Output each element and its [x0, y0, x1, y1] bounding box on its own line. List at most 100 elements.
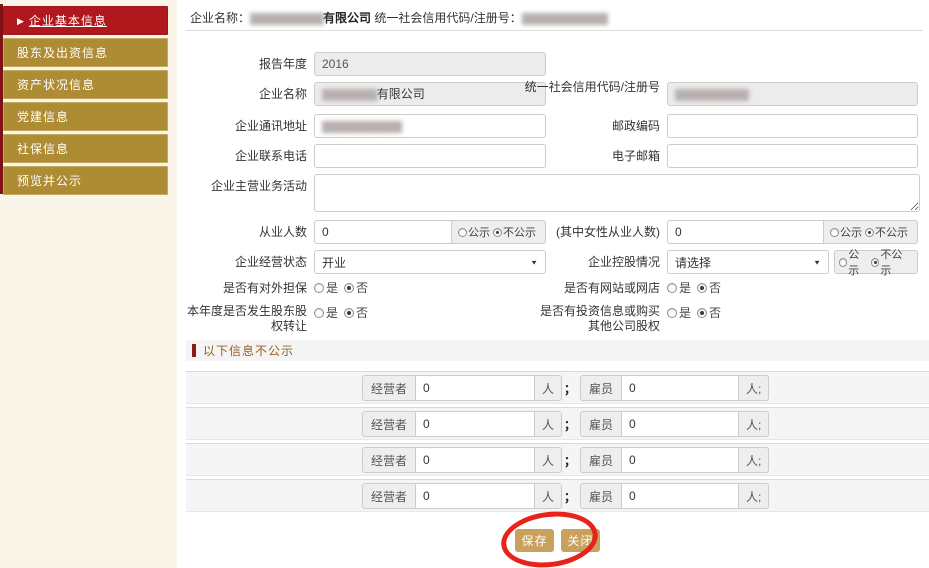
- main-business-textarea[interactable]: [314, 174, 920, 212]
- group-separator: ；: [564, 380, 576, 397]
- no-publish-radio-label[interactable]: 不公示: [875, 224, 908, 240]
- company-name-label: 企业名称：: [190, 11, 250, 25]
- not-public-section-header: 以下信息不公示: [186, 340, 929, 361]
- redacted-company-name: ████████████: [250, 14, 323, 25]
- postal-code-input[interactable]: [667, 114, 918, 138]
- female-employees-group: 公示不公示: [667, 220, 918, 244]
- phone-label: 企业联系电话: [180, 144, 307, 168]
- main-business-label: 企业主营业务活动: [180, 174, 307, 198]
- operator-addon: 经营者: [362, 447, 415, 473]
- employee-count-input[interactable]: [621, 483, 739, 509]
- employee-count-input[interactable]: [621, 447, 739, 473]
- yes-radio-label[interactable]: 是: [326, 306, 338, 320]
- female-publish-options: 公示不公示: [824, 220, 918, 244]
- unit-addon: 人;: [739, 375, 769, 401]
- report-year-input: [314, 52, 546, 76]
- section-title: 以下信息不公示: [203, 342, 294, 359]
- business-status-label: 企业经营状态: [180, 250, 307, 274]
- employee-group: 雇员 人;: [580, 375, 769, 401]
- no-radio-label[interactable]: 否: [709, 281, 721, 295]
- equity-transfer-options: 是否: [314, 304, 374, 322]
- female-employees-input[interactable]: [667, 220, 824, 244]
- employee-addon: 雇员: [580, 411, 621, 437]
- yes-radio[interactable]: [314, 283, 324, 293]
- operator-count-input[interactable]: [415, 483, 535, 509]
- publish-radio[interactable]: [830, 228, 839, 237]
- no-publish-radio-label[interactable]: 不公示: [880, 246, 910, 278]
- website-label: 是否有网站或网店: [520, 279, 660, 297]
- operator-count-input[interactable]: [415, 447, 535, 473]
- no-radio[interactable]: [697, 308, 707, 318]
- publish-radio-label[interactable]: 公示: [468, 224, 490, 240]
- holding-select[interactable]: 请选择 ▼: [667, 250, 829, 274]
- table-row: 其中退役士兵人数 经营者人 ； 雇员人;: [186, 407, 929, 440]
- unit-addon: 人: [535, 483, 562, 509]
- operator-count-input[interactable]: [415, 375, 535, 401]
- operator-addon: 经营者: [362, 411, 415, 437]
- employee-addon: 雇员: [580, 375, 621, 401]
- no-publish-radio[interactable]: [871, 258, 879, 267]
- investment-label: 是否有投资信息或购买其他公司股权: [520, 304, 660, 334]
- employee-addon: 雇员: [580, 483, 621, 509]
- annual-report-page: ▶企业基本信息 股东及出资信息 资产状况信息 党建信息 社保信息 预览并公示 企…: [0, 0, 929, 568]
- no-radio-label[interactable]: 否: [709, 306, 721, 320]
- no-radio-label[interactable]: 否: [356, 306, 368, 320]
- main-content: 企业名称：████████████有限公司 统一社会信用代码/注册号：█████…: [0, 0, 929, 568]
- page-header: 企业名称：████████████有限公司 统一社会信用代码/注册号：█████…: [190, 9, 920, 26]
- table-row: 其中高校毕业生人数 经营者人 ； 雇员人;: [186, 371, 929, 404]
- unit-addon: 人: [535, 447, 562, 473]
- report-year-label: 报告年度: [180, 52, 307, 76]
- no-publish-radio[interactable]: [865, 228, 874, 237]
- publish-radio-label[interactable]: 公示: [840, 224, 862, 240]
- operator-count-input[interactable]: [415, 411, 535, 437]
- yes-radio[interactable]: [314, 308, 324, 318]
- unit-addon: 人;: [739, 447, 769, 473]
- chevron-down-icon: ▼: [813, 258, 821, 265]
- employees-input[interactable]: [314, 220, 452, 244]
- yes-radio-label[interactable]: 是: [326, 281, 338, 295]
- redacted-company-name: █████████: [322, 90, 377, 101]
- credit-code-input: ████████████: [667, 82, 918, 106]
- employee-addon: 雇员: [580, 447, 621, 473]
- no-publish-radio[interactable]: [493, 228, 502, 237]
- investment-options: 是否: [667, 304, 727, 322]
- address-label: 企业通讯地址: [180, 114, 307, 138]
- employee-group: 雇员 人;: [580, 447, 769, 473]
- company-suffix: 有限公司: [323, 11, 371, 25]
- email-input[interactable]: [667, 144, 918, 168]
- close-button[interactable]: 关闭: [561, 529, 600, 552]
- unit-addon: 人;: [739, 483, 769, 509]
- employee-count-input[interactable]: [621, 411, 739, 437]
- header-divider: [186, 30, 923, 31]
- no-radio[interactable]: [344, 308, 354, 318]
- no-radio[interactable]: [344, 283, 354, 293]
- holding-label: 企业控股情况: [520, 250, 660, 274]
- operator-group: 经营者人: [362, 411, 562, 437]
- yes-radio-label[interactable]: 是: [679, 306, 691, 320]
- no-radio-label[interactable]: 否: [356, 281, 368, 295]
- publish-radio-label[interactable]: 公示: [848, 246, 868, 278]
- guarantee-label: 是否有对外担保: [180, 279, 307, 297]
- redacted-address: █████████████: [322, 122, 401, 133]
- section-bar-icon: [192, 344, 196, 357]
- business-status-value: 开业: [322, 254, 346, 271]
- female-employees-label: (其中女性从业人数): [520, 220, 660, 244]
- save-button[interactable]: 保存: [515, 529, 554, 552]
- publish-radio[interactable]: [839, 258, 847, 267]
- no-radio[interactable]: [697, 283, 707, 293]
- company-suffix: 有限公司: [377, 87, 425, 101]
- employees-group: 公示不公示: [314, 220, 546, 244]
- yes-radio[interactable]: [667, 308, 677, 318]
- group-separator: ；: [564, 452, 576, 469]
- address-input[interactable]: █████████████: [314, 114, 546, 138]
- publish-radio[interactable]: [458, 228, 467, 237]
- credit-code-label: 统一社会信用代码/注册号：: [374, 11, 521, 25]
- employee-count-input[interactable]: [621, 375, 739, 401]
- yes-radio[interactable]: [667, 283, 677, 293]
- operator-addon: 经营者: [362, 375, 415, 401]
- phone-input[interactable]: [314, 144, 546, 168]
- holding-value: 请选择: [675, 254, 711, 271]
- yes-radio-label[interactable]: 是: [679, 281, 691, 295]
- business-status-select[interactable]: 开业▼: [314, 250, 546, 274]
- group-separator: ；: [564, 488, 576, 505]
